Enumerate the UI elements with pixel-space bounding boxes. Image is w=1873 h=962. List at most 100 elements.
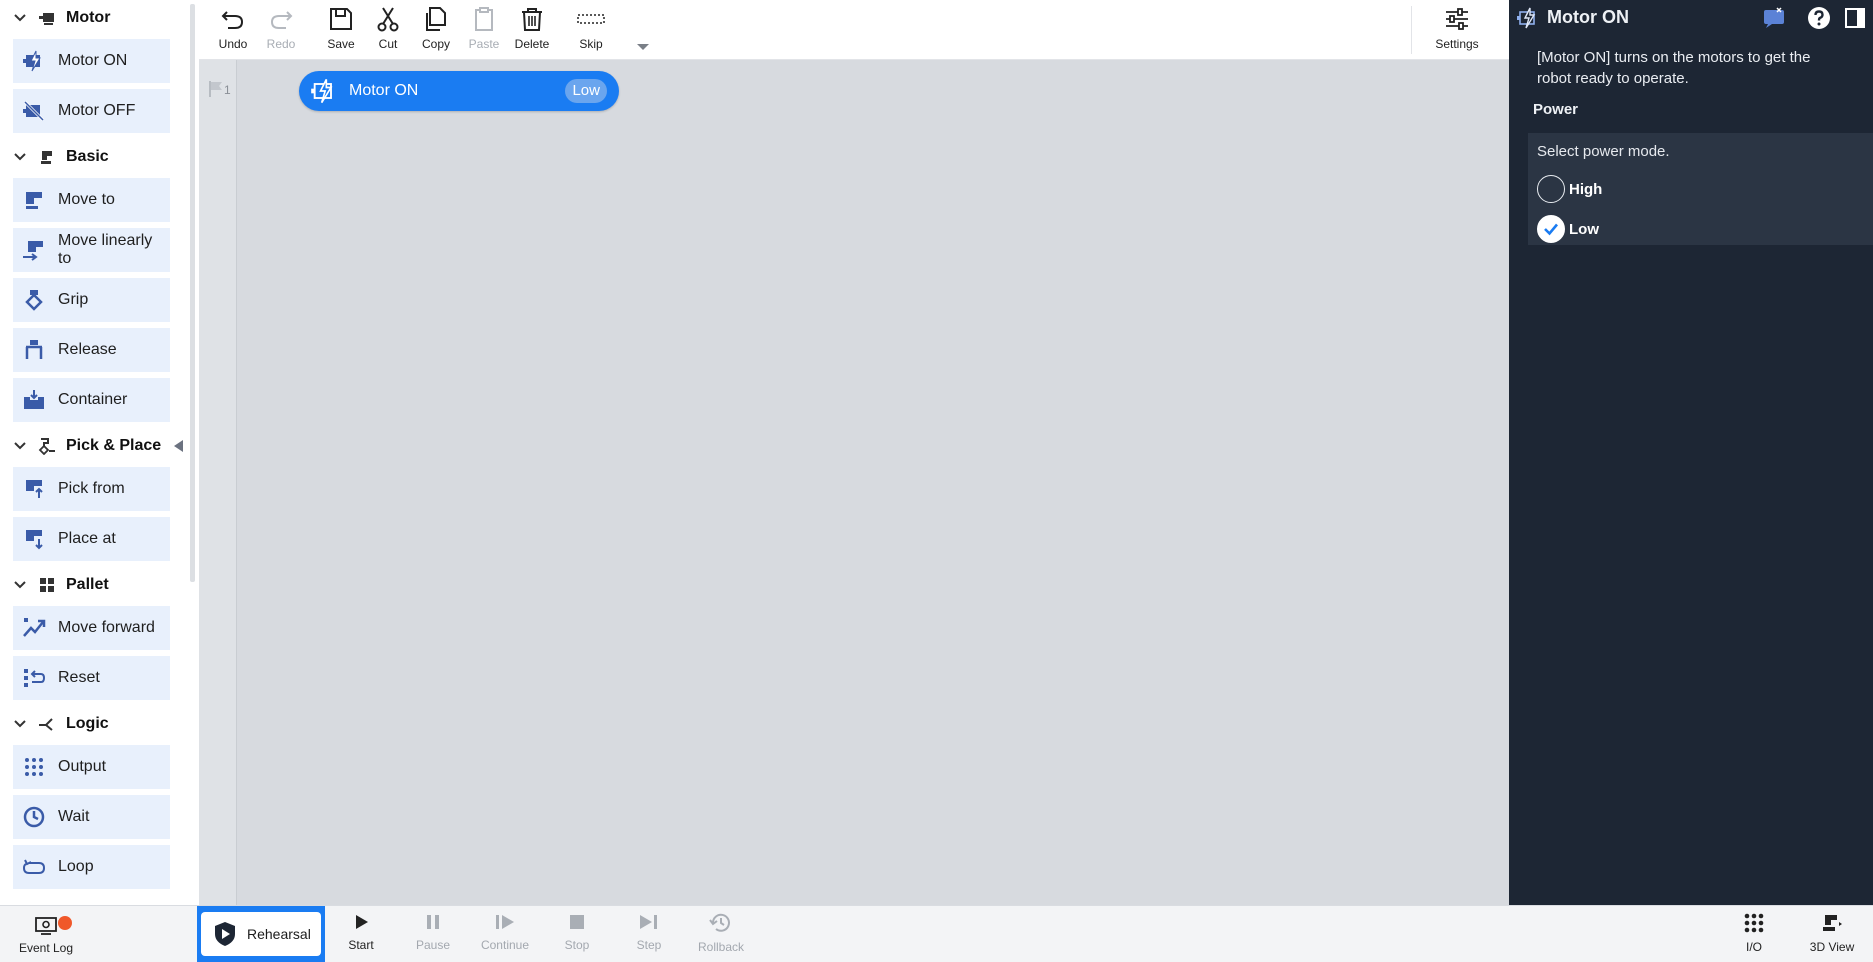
motor-on-block[interactable]: Motor ON Low <box>299 71 619 111</box>
reset-icon <box>21 665 47 691</box>
palette-item-motor-on[interactable]: Motor ON <box>13 39 170 83</box>
block-label: Motor ON <box>349 82 419 99</box>
power-mode-group: Select power mode. High Low <box>1528 133 1873 245</box>
palette-scrollbar[interactable] <box>190 4 195 582</box>
palette-item-label: Wait <box>58 808 90 825</box>
chevron-down-icon <box>12 577 28 593</box>
io-label: I/O <box>1745 940 1762 954</box>
panel-title: Motor ON <box>1547 7 1629 27</box>
category-label: Pick & Place <box>66 437 162 454</box>
3d-view-button[interactable]: 3D View <box>1800 912 1864 960</box>
palette-item-reset[interactable]: Reset <box>13 656 170 700</box>
properties-panel: Motor ON [Motor ON] turns on the motors … <box>1509 0 1873 905</box>
motor-on-icon <box>309 76 339 106</box>
pick-from-icon <box>21 476 47 502</box>
palette-item-loop[interactable]: Loop <box>13 845 170 889</box>
container-icon <box>21 387 47 413</box>
release-icon <box>21 337 47 363</box>
palette-item-container[interactable]: Container <box>13 378 170 422</box>
category-label: Logic <box>66 715 109 732</box>
line-gutter: 1 <box>199 60 237 905</box>
motor-category-icon <box>38 9 56 27</box>
palette-item-release[interactable]: Release <box>13 328 170 372</box>
power-section-title: Power <box>1533 101 1579 118</box>
step-button[interactable]: Step <box>617 912 681 960</box>
palette-item-move-to[interactable]: Move to <box>13 178 170 222</box>
redo-button[interactable]: Redo <box>251 6 311 58</box>
start-button[interactable]: Start <box>329 912 393 960</box>
help-button[interactable] <box>1806 5 1832 31</box>
palette-item-label: Motor OFF <box>58 102 136 119</box>
toggle-panel-button[interactable] <box>1842 5 1868 31</box>
category-logic[interactable]: Logic <box>0 706 197 742</box>
program-canvas[interactable]: 1 Motor ON Low <box>199 60 1509 905</box>
palette-item-label: Place at <box>58 530 116 547</box>
skip-button[interactable]: Skip <box>561 6 621 58</box>
flag-icon[interactable] <box>208 80 224 103</box>
category-pick-and-place[interactable]: Pick & Place <box>0 428 197 464</box>
chevron-down-icon <box>12 438 28 454</box>
move-to-icon <box>21 187 47 213</box>
notification-dot <box>58 916 72 930</box>
robot-3d-icon <box>1823 915 1842 931</box>
settings-label: Settings <box>1435 37 1479 51</box>
palette-item-motor-off[interactable]: Motor OFF <box>13 89 170 133</box>
continue-label: Continue <box>480 938 530 952</box>
toolbar-divider <box>1411 6 1412 54</box>
rehearsal-toggle-frame: Rehearsal <box>197 906 325 962</box>
redo-icon <box>270 11 293 29</box>
play-icon <box>356 915 368 929</box>
category-pallet[interactable]: Pallet <box>0 567 197 603</box>
io-dots-icon <box>1744 913 1764 933</box>
palette-item-move-linearly-to[interactable]: Move linearly to <box>13 228 170 272</box>
move-linearly-icon <box>21 237 47 263</box>
chat-help-button[interactable] <box>1761 5 1787 31</box>
palette-item-grip[interactable]: Grip <box>13 278 170 322</box>
category-label: Motor <box>66 9 111 26</box>
radio-label-low: Low <box>1569 220 1599 238</box>
event-log-button[interactable]: Event Log <box>14 914 78 955</box>
category-motor[interactable]: Motor <box>0 0 197 36</box>
panel-description: [Motor ON] turns on the motors to get th… <box>1537 49 1811 87</box>
save-icon <box>330 8 352 30</box>
palette-item-place-at[interactable]: Place at <box>13 517 170 561</box>
palette-item-label: Pick from <box>58 480 125 497</box>
palette-item-output[interactable]: Output <box>13 745 170 789</box>
rehearsal-button[interactable]: Rehearsal <box>201 912 321 956</box>
rollback-button[interactable]: Rollback <box>689 912 753 960</box>
collapse-palette-arrow[interactable] <box>174 440 183 452</box>
toolbar-more-dropdown[interactable] <box>637 44 649 50</box>
delete-button[interactable]: Delete <box>502 6 562 58</box>
settings-button[interactable]: Settings <box>1427 6 1487 58</box>
io-button[interactable]: I/O <box>1722 912 1786 960</box>
palette-item-label: Motor ON <box>58 52 128 69</box>
undo-label: Undo <box>218 37 248 51</box>
save-label: Save <box>327 37 355 51</box>
category-basic[interactable]: Basic <box>0 139 197 175</box>
continue-button[interactable]: Continue <box>473 912 537 960</box>
paste-icon <box>475 7 493 31</box>
line-number: 1 <box>224 83 231 97</box>
place-at-icon <box>21 526 47 552</box>
radio-low[interactable]: Low <box>1537 209 1873 249</box>
trash-icon <box>522 8 542 31</box>
event-log-label: Event Log <box>18 941 74 955</box>
sliders-icon <box>1446 8 1468 30</box>
chevron-down-icon <box>12 10 28 26</box>
palette-item-move-forward[interactable]: Move forward <box>13 606 170 650</box>
shield-play-icon <box>213 921 237 947</box>
radio-high[interactable]: High <box>1537 169 1873 209</box>
panel-collapse-icon <box>1845 8 1865 28</box>
palette-item-label: Move forward <box>58 619 155 636</box>
palette-item-pick-from[interactable]: Pick from <box>13 467 170 511</box>
event-log-icon <box>35 917 57 935</box>
motor-off-icon <box>21 98 47 124</box>
cut-label: Cut <box>378 37 398 51</box>
pause-button[interactable]: Pause <box>401 912 465 960</box>
stop-button[interactable]: Stop <box>545 912 609 960</box>
palette-item-label: Loop <box>58 858 94 875</box>
pause-label: Pause <box>415 938 451 952</box>
grip-icon <box>21 287 47 313</box>
palette-item-wait[interactable]: Wait <box>13 795 170 839</box>
palette-item-label: Container <box>58 391 128 408</box>
